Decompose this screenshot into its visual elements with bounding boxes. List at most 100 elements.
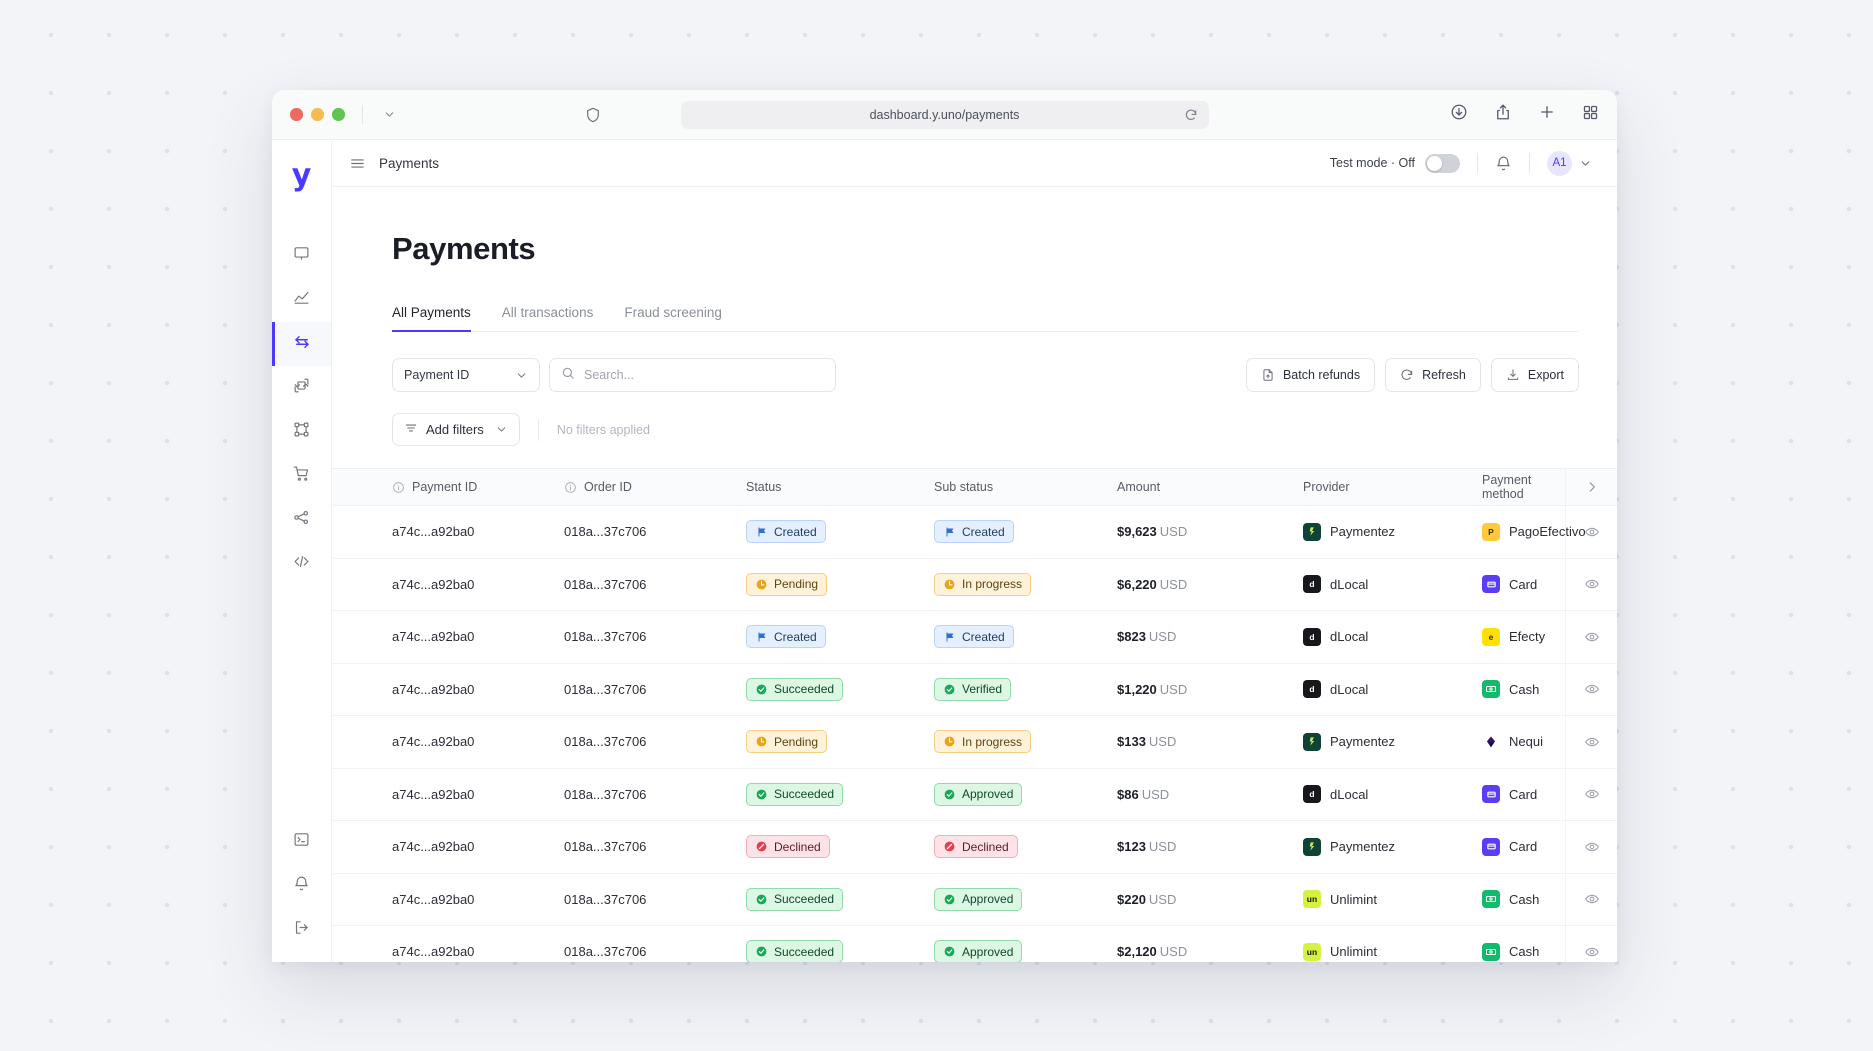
sidebar-item-developers[interactable] [272, 542, 331, 586]
cell-payment-id[interactable]: a74c...a92ba0 [392, 524, 564, 539]
cell-amount: $86USD [1117, 787, 1303, 802]
table-row[interactable]: a74c...a92ba0018a...37c706PendingIn prog… [332, 559, 1617, 612]
downloads-icon[interactable] [1450, 103, 1468, 126]
view-payment-eye-icon[interactable] [1565, 611, 1617, 663]
view-payment-eye-icon[interactable] [1565, 926, 1617, 962]
column-header-payment-id[interactable]: Payment ID [392, 480, 564, 494]
status-label: Succeeded [774, 892, 834, 906]
column-header-order-id[interactable]: Order ID [564, 480, 746, 494]
monitor-icon [293, 245, 310, 267]
provider-name: dLocal [1330, 577, 1368, 592]
cell-payment-id[interactable]: a74c...a92ba0 [392, 734, 564, 749]
cell-order-id[interactable]: 018a...37c706 [564, 682, 746, 697]
minimize-window-button[interactable] [311, 108, 324, 121]
sidebar-item-checkout[interactable] [272, 454, 331, 498]
account-chevron-down-icon[interactable] [1579, 157, 1592, 170]
table-row[interactable]: a74c...a92ba0018a...37c706CreatedCreated… [332, 611, 1617, 664]
column-header-amount[interactable]: Amount [1117, 480, 1303, 494]
column-header-sub-status[interactable]: Sub status [934, 480, 1117, 494]
sidebar-item-payments[interactable] [272, 322, 331, 366]
cell-payment-id[interactable]: a74c...a92ba0 [392, 839, 564, 854]
reload-icon[interactable] [1184, 108, 1198, 122]
amount-currency: USD [1149, 839, 1176, 854]
cell-payment-id[interactable]: a74c...a92ba0 [392, 892, 564, 907]
sidebar-item-routing[interactable] [272, 410, 331, 454]
cell-amount: $9,623USD [1117, 524, 1303, 539]
table-row[interactable]: a74c...a92ba0018a...37c706PendingIn prog… [332, 716, 1617, 769]
refresh-button[interactable]: Refresh [1385, 358, 1481, 392]
new-tab-plus-icon[interactable] [1538, 103, 1556, 126]
sidebar-item-notifications[interactable] [272, 864, 331, 908]
filter-bar: Add filters No filters applied [392, 413, 1579, 446]
tab-all-payments[interactable]: All Payments [392, 305, 471, 331]
share-icon[interactable] [1494, 103, 1512, 126]
sidebar-item-logout[interactable] [272, 908, 331, 952]
window-controls[interactable] [290, 108, 345, 121]
export-button[interactable]: Export [1491, 358, 1579, 392]
view-payment-eye-icon[interactable] [1565, 559, 1617, 611]
tab-overview-grid-icon[interactable] [1582, 104, 1599, 126]
cell-order-id[interactable]: 018a...37c706 [564, 787, 746, 802]
sidebar-toggle-chevron-down-icon[interactable] [380, 105, 400, 125]
brand-logo[interactable]: y [292, 154, 312, 198]
table-row[interactable]: a74c...a92ba0018a...37c706SucceededAppro… [332, 926, 1617, 962]
cell-order-id[interactable]: 018a...37c706 [564, 892, 746, 907]
view-payment-eye-icon[interactable] [1565, 874, 1617, 926]
view-payment-eye-icon[interactable] [1565, 821, 1617, 873]
amount-currency: USD [1149, 629, 1176, 644]
batch-refunds-button[interactable]: Batch refunds [1246, 358, 1375, 392]
maximize-window-button[interactable] [332, 108, 345, 121]
tab-fraud-screening[interactable]: Fraud screening [624, 305, 722, 331]
tab-all-transactions[interactable]: All transactions [502, 305, 594, 331]
table-row[interactable]: a74c...a92ba0018a...37c706SucceededAppro… [332, 769, 1617, 822]
sidebar-item-refunds[interactable] [272, 366, 331, 410]
view-payment-eye-icon[interactable] [1565, 716, 1617, 768]
breadcrumb[interactable]: Payments [379, 156, 439, 171]
sidebar-item-home[interactable] [272, 234, 331, 278]
column-header-payment-method[interactable]: Payment method [1482, 473, 1565, 501]
cell-order-id[interactable]: 018a...37c706 [564, 629, 746, 644]
add-filters-button[interactable]: Add filters [392, 413, 520, 446]
add-filters-label: Add filters [426, 422, 484, 437]
column-header-provider[interactable]: Provider [1303, 480, 1482, 494]
shield-icon[interactable] [585, 107, 601, 123]
table-row[interactable]: a74c...a92ba0018a...37c706CreatedCreated… [332, 506, 1617, 559]
cell-order-id[interactable]: 018a...37c706 [564, 577, 746, 592]
cash-icon [1482, 890, 1500, 908]
address-bar[interactable]: dashboard.y.uno/payments [681, 101, 1209, 129]
sidebar-item-console[interactable] [272, 820, 331, 864]
cell-provider: Paymentez [1303, 838, 1482, 856]
status-icon [755, 945, 768, 958]
search-field-select[interactable]: Payment ID [392, 358, 540, 392]
cell-sub-status: In progress [934, 573, 1117, 596]
search-input[interactable] [584, 368, 824, 382]
cell-order-id[interactable]: 018a...37c706 [564, 734, 746, 749]
cell-payment-id[interactable]: a74c...a92ba0 [392, 787, 564, 802]
test-mode-toggle[interactable] [1425, 154, 1460, 173]
cell-payment-id[interactable]: a74c...a92ba0 [392, 682, 564, 697]
column-header-status[interactable]: Status [746, 480, 934, 494]
cell-amount: $823USD [1117, 629, 1303, 644]
cell-payment-id[interactable]: a74c...a92ba0 [392, 577, 564, 592]
cell-payment-id[interactable]: a74c...a92ba0 [392, 629, 564, 644]
sidebar-item-connections[interactable] [272, 498, 331, 542]
view-payment-eye-icon[interactable] [1565, 769, 1617, 821]
close-window-button[interactable] [290, 108, 303, 121]
cell-order-id[interactable]: 018a...37c706 [564, 944, 746, 959]
sidebar-item-analytics[interactable] [272, 278, 331, 322]
avatar[interactable]: A1 [1547, 151, 1572, 176]
search-box[interactable] [549, 358, 836, 392]
cell-payment-id[interactable]: a74c...a92ba0 [392, 944, 564, 959]
cell-order-id[interactable]: 018a...37c706 [564, 839, 746, 854]
table-row[interactable]: a74c...a92ba0018a...37c706DeclinedDeclin… [332, 821, 1617, 874]
cell-payment-method: Card [1482, 575, 1565, 593]
cell-order-id[interactable]: 018a...37c706 [564, 524, 746, 539]
cell-amount: $220USD [1117, 892, 1303, 907]
notifications-bell-icon[interactable] [1495, 155, 1512, 172]
view-payment-eye-icon[interactable] [1565, 506, 1617, 558]
table-row[interactable]: a74c...a92ba0018a...37c706SucceededVerif… [332, 664, 1617, 717]
menu-hamburger-icon[interactable] [349, 155, 366, 172]
table-row[interactable]: a74c...a92ba0018a...37c706SucceededAppro… [332, 874, 1617, 927]
view-payment-eye-icon[interactable] [1565, 664, 1617, 716]
expand-columns-chevron-right-icon[interactable] [1565, 469, 1617, 505]
